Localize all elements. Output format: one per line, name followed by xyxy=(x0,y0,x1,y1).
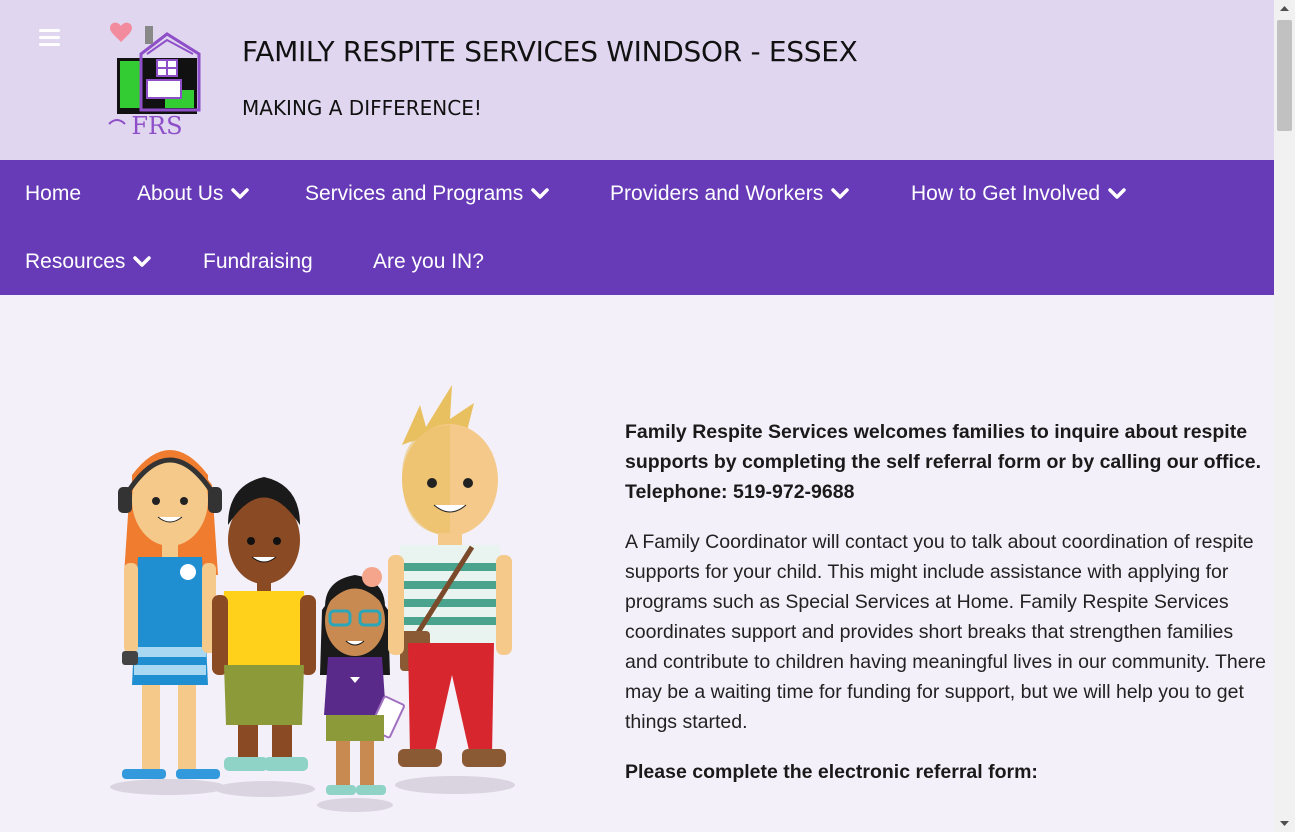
nav-item-services-and-programs[interactable]: Services and Programs xyxy=(305,177,550,211)
frs-logo[interactable]: FRS xyxy=(107,20,207,138)
nav-item-label: About Us xyxy=(137,182,224,205)
nav-item-label: Providers and Workers xyxy=(610,182,824,205)
referral-cta: Please complete the electronic referral … xyxy=(625,761,1038,783)
chevron-down-icon xyxy=(1108,188,1126,199)
vertical-scrollbar[interactable] xyxy=(1274,0,1295,832)
nav-item-how-to-get-involved[interactable]: How to Get Involved xyxy=(911,177,1126,211)
scroll-up-arrow-icon[interactable] xyxy=(1274,0,1295,17)
hamburger-menu-icon[interactable] xyxy=(39,29,60,47)
logo-text: FRS xyxy=(131,112,182,138)
intro-body: A Family Coordinator will contact you to… xyxy=(625,531,1266,733)
nav-item-are-you-in[interactable]: Are you IN? xyxy=(373,245,484,279)
main-nav: Home About Us Services and Programs Prov… xyxy=(0,160,1274,295)
nav-item-providers-and-workers[interactable]: Providers and Workers xyxy=(610,177,849,211)
nav-item-resources[interactable]: Resources xyxy=(25,245,152,279)
nav-item-about-us[interactable]: About Us xyxy=(137,177,250,211)
chevron-down-icon xyxy=(231,188,250,199)
family-illustration xyxy=(110,385,515,812)
chevron-down-icon xyxy=(531,188,550,199)
site-header: FRS FAMILY RESPITE SERVICES WINDSOR - ES… xyxy=(0,0,1274,160)
chevron-down-icon xyxy=(831,188,849,199)
nav-item-label: Fundraising xyxy=(203,250,313,273)
scrollbar-thumb[interactable] xyxy=(1277,20,1292,131)
nav-item-label: Home xyxy=(25,182,82,205)
site-title[interactable]: FAMILY RESPITE SERVICES WINDSOR - ESSEX xyxy=(242,35,858,68)
chevron-down-icon xyxy=(133,256,152,267)
nav-item-label: Resources xyxy=(25,250,126,273)
intro-text: Family Respite Services welcomes familie… xyxy=(625,417,1270,787)
intro-lead: Family Respite Services welcomes familie… xyxy=(625,421,1262,503)
main-content: Family Respite Services welcomes familie… xyxy=(0,295,1274,832)
scroll-down-arrow-icon[interactable] xyxy=(1274,815,1295,832)
site-tagline: MAKING A DIFFERENCE! xyxy=(242,96,482,120)
nav-item-label: Services and Programs xyxy=(305,182,524,205)
nav-item-label: How to Get Involved xyxy=(911,182,1101,205)
nav-item-home[interactable]: Home xyxy=(25,177,81,211)
page: FRS FAMILY RESPITE SERVICES WINDSOR - ES… xyxy=(0,0,1274,832)
nav-item-fundraising[interactable]: Fundraising xyxy=(203,245,313,279)
nav-item-label: Are you IN? xyxy=(373,250,484,273)
